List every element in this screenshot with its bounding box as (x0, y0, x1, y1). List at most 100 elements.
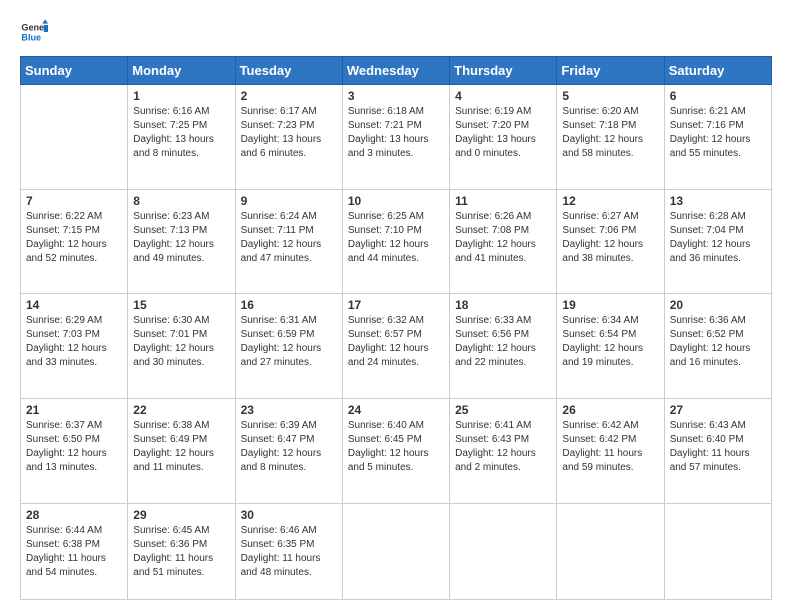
calendar-day-cell (557, 503, 664, 599)
calendar-day-cell: 7 Sunrise: 6:22 AMSunset: 7:15 PMDaylight… (21, 189, 128, 294)
calendar-week-row: 14 Sunrise: 6:29 AMSunset: 7:03 PMDayligh… (21, 294, 772, 399)
day-info: Sunrise: 6:34 AMSunset: 6:54 PMDaylight:… (562, 314, 658, 370)
day-info: Sunrise: 6:22 AMSunset: 7:15 PMDaylight:… (26, 210, 122, 266)
day-info: Sunrise: 6:39 AMSunset: 6:47 PMDaylight:… (241, 419, 337, 475)
calendar-day-cell: 10Sunrise: 6:25 AMSunset: 7:10 PMDayligh… (342, 189, 449, 294)
day-info: Sunrise: 6:26 AMSunset: 7:08 PMDaylight:… (455, 210, 551, 266)
day-number: 14 (26, 298, 122, 312)
logo-icon: General Blue (20, 18, 48, 46)
calendar-day-cell: 1 Sunrise: 6:16 AMSunset: 7:25 PMDaylight… (128, 85, 235, 190)
day-info: Sunrise: 6:28 AMSunset: 7:04 PMDaylight:… (670, 210, 766, 266)
calendar-day-cell: 18 Sunrise: 6:33 AMSunset: 6:56 PMDayligh… (450, 294, 557, 399)
calendar-week-row: 7 Sunrise: 6:22 AMSunset: 7:15 PMDaylight… (21, 189, 772, 294)
day-number: 4 (455, 89, 551, 103)
calendar-day-cell: 11 Sunrise: 6:26 AMSunset: 7:08 PMDayligh… (450, 189, 557, 294)
day-number: 30 (241, 508, 337, 522)
day-info: Sunrise: 6:27 AMSunset: 7:06 PMDaylight:… (562, 210, 658, 266)
calendar-day-cell: 16 Sunrise: 6:31 AMSunset: 6:59 PMDayligh… (235, 294, 342, 399)
day-info: Sunrise: 6:18 AMSunset: 7:21 PMDaylight:… (348, 105, 444, 161)
calendar-day-cell: 4 Sunrise: 6:19 AMSunset: 7:20 PMDaylight… (450, 85, 557, 190)
day-number: 20 (670, 298, 766, 312)
calendar-day-cell: 15 Sunrise: 6:30 AMSunset: 7:01 PMDayligh… (128, 294, 235, 399)
day-info: Sunrise: 6:43 AMSunset: 6:40 PMDaylight:… (670, 419, 766, 475)
day-info: Sunrise: 6:25 AMSunset: 7:10 PMDaylight:… (348, 210, 444, 266)
day-number: 3 (348, 89, 444, 103)
page: General Blue SundayMondayTuesdayWednesda… (0, 0, 792, 612)
day-number: 25 (455, 403, 551, 417)
calendar-day-cell: 5 Sunrise: 6:20 AMSunset: 7:18 PMDaylight… (557, 85, 664, 190)
weekday-row: SundayMondayTuesdayWednesdayThursdayFrid… (21, 57, 772, 85)
calendar-day-cell (450, 503, 557, 599)
calendar-day-cell: 19 Sunrise: 6:34 AMSunset: 6:54 PMDayligh… (557, 294, 664, 399)
calendar-day-cell: 12Sunrise: 6:27 AMSunset: 7:06 PMDayligh… (557, 189, 664, 294)
day-number: 11 (455, 194, 551, 208)
day-number: 26 (562, 403, 658, 417)
day-info: Sunrise: 6:46 AMSunset: 6:35 PMDaylight:… (241, 524, 337, 580)
day-info: Sunrise: 6:19 AMSunset: 7:20 PMDaylight:… (455, 105, 551, 161)
calendar-week-row: 28Sunrise: 6:44 AMSunset: 6:38 PMDayligh… (21, 503, 772, 599)
day-number: 22 (133, 403, 229, 417)
day-info: Sunrise: 6:38 AMSunset: 6:49 PMDaylight:… (133, 419, 229, 475)
day-info: Sunrise: 6:31 AMSunset: 6:59 PMDaylight:… (241, 314, 337, 370)
day-info: Sunrise: 6:21 AMSunset: 7:16 PMDaylight:… (670, 105, 766, 161)
weekday-header: Thursday (450, 57, 557, 85)
day-number: 17 (348, 298, 444, 312)
day-number: 19 (562, 298, 658, 312)
day-info: Sunrise: 6:30 AMSunset: 7:01 PMDaylight:… (133, 314, 229, 370)
day-number: 15 (133, 298, 229, 312)
svg-text:Blue: Blue (21, 32, 41, 42)
calendar-day-cell: 14 Sunrise: 6:29 AMSunset: 7:03 PMDayligh… (21, 294, 128, 399)
day-number: 16 (241, 298, 337, 312)
day-number: 24 (348, 403, 444, 417)
day-info: Sunrise: 6:32 AMSunset: 6:57 PMDaylight:… (348, 314, 444, 370)
day-info: Sunrise: 6:16 AMSunset: 7:25 PMDaylight:… (133, 105, 229, 161)
day-info: Sunrise: 6:37 AMSunset: 6:50 PMDaylight:… (26, 419, 122, 475)
day-number: 29 (133, 508, 229, 522)
day-info: Sunrise: 6:23 AMSunset: 7:13 PMDaylight:… (133, 210, 229, 266)
calendar-header: SundayMondayTuesdayWednesdayThursdayFrid… (21, 57, 772, 85)
calendar-day-cell: 2 Sunrise: 6:17 AMSunset: 7:23 PMDaylight… (235, 85, 342, 190)
weekday-header: Saturday (664, 57, 771, 85)
calendar-day-cell: 26 Sunrise: 6:42 AMSunset: 6:42 PMDayligh… (557, 398, 664, 503)
day-info: Sunrise: 6:45 AMSunset: 6:36 PMDaylight:… (133, 524, 229, 580)
day-number: 18 (455, 298, 551, 312)
day-number: 2 (241, 89, 337, 103)
calendar-week-row: 1 Sunrise: 6:16 AMSunset: 7:25 PMDaylight… (21, 85, 772, 190)
day-info: Sunrise: 6:17 AMSunset: 7:23 PMDaylight:… (241, 105, 337, 161)
calendar-day-cell: 23 Sunrise: 6:39 AMSunset: 6:47 PMDayligh… (235, 398, 342, 503)
calendar-day-cell: 9 Sunrise: 6:24 AMSunset: 7:11 PMDaylight… (235, 189, 342, 294)
calendar-day-cell: 28Sunrise: 6:44 AMSunset: 6:38 PMDayligh… (21, 503, 128, 599)
day-number: 28 (26, 508, 122, 522)
weekday-header: Tuesday (235, 57, 342, 85)
day-info: Sunrise: 6:33 AMSunset: 6:56 PMDaylight:… (455, 314, 551, 370)
day-number: 1 (133, 89, 229, 103)
day-number: 27 (670, 403, 766, 417)
calendar-day-cell: 27 Sunrise: 6:43 AMSunset: 6:40 PMDayligh… (664, 398, 771, 503)
day-info: Sunrise: 6:41 AMSunset: 6:43 PMDaylight:… (455, 419, 551, 475)
weekday-header: Sunday (21, 57, 128, 85)
calendar-day-cell: 25 Sunrise: 6:41 AMSunset: 6:43 PMDayligh… (450, 398, 557, 503)
day-number: 13 (670, 194, 766, 208)
day-info: Sunrise: 6:40 AMSunset: 6:45 PMDaylight:… (348, 419, 444, 475)
calendar-day-cell (342, 503, 449, 599)
day-info: Sunrise: 6:42 AMSunset: 6:42 PMDaylight:… (562, 419, 658, 475)
day-number: 6 (670, 89, 766, 103)
weekday-header: Wednesday (342, 57, 449, 85)
calendar-day-cell: 30 Sunrise: 6:46 AMSunset: 6:35 PMDayligh… (235, 503, 342, 599)
day-number: 7 (26, 194, 122, 208)
day-number: 5 (562, 89, 658, 103)
header: General Blue (20, 18, 772, 46)
day-number: 9 (241, 194, 337, 208)
calendar-day-cell: 22 Sunrise: 6:38 AMSunset: 6:49 PMDayligh… (128, 398, 235, 503)
day-number: 8 (133, 194, 229, 208)
day-number: 23 (241, 403, 337, 417)
calendar-day-cell (664, 503, 771, 599)
calendar-day-cell: 17 Sunrise: 6:32 AMSunset: 6:57 PMDayligh… (342, 294, 449, 399)
calendar-day-cell: 24 Sunrise: 6:40 AMSunset: 6:45 PMDayligh… (342, 398, 449, 503)
day-info: Sunrise: 6:24 AMSunset: 7:11 PMDaylight:… (241, 210, 337, 266)
day-info: Sunrise: 6:20 AMSunset: 7:18 PMDaylight:… (562, 105, 658, 161)
day-info: Sunrise: 6:36 AMSunset: 6:52 PMDaylight:… (670, 314, 766, 370)
calendar-body: 1 Sunrise: 6:16 AMSunset: 7:25 PMDaylight… (21, 85, 772, 600)
day-info: Sunrise: 6:29 AMSunset: 7:03 PMDaylight:… (26, 314, 122, 370)
calendar-day-cell (21, 85, 128, 190)
